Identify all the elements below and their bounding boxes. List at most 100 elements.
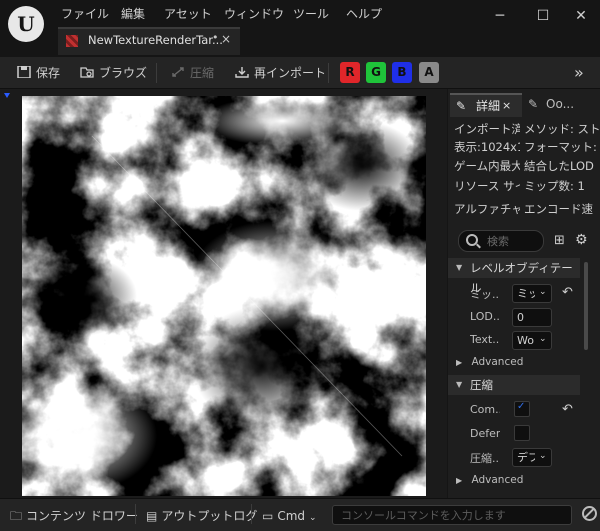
terminal-icon: ▭ <box>262 509 274 523</box>
advanced-expander-1[interactable]: ▶ Advanced <box>456 356 523 368</box>
category-compression-label: 圧縮 <box>470 378 493 392</box>
search-input[interactable]: 検索 <box>458 230 544 252</box>
asset-tab[interactable]: NewTextureRenderTar... • × <box>58 27 240 55</box>
tab-label: NewTextureRenderTar... <box>88 33 223 47</box>
prop-defer-label: Defer... <box>470 427 500 440</box>
tab-other[interactable]: ✎ Oo... <box>524 93 598 115</box>
minimize-icon[interactable]: ─ <box>488 6 512 26</box>
tab-other-label: Oo... <box>546 97 575 111</box>
tab-details-close-icon[interactable]: × <box>502 95 511 117</box>
compression-setting-value: デフ <box>517 451 535 464</box>
table-view-icon[interactable]: ⊞ <box>554 233 565 248</box>
reset-icon[interactable]: ↶ <box>562 285 573 300</box>
prop-compression-label: 圧縮... <box>470 452 500 465</box>
unsaved-indicator: • <box>212 31 219 44</box>
console-placeholder: コンソールコマンドを入力します <box>341 509 506 522</box>
lod-bias-value: 0 <box>517 311 524 324</box>
compression-setting-dropdown[interactable]: デフ ⌄ <box>512 448 552 467</box>
info-method: メソッド: スト <box>524 122 600 136</box>
chevron-down-icon: ⌄ <box>309 513 317 523</box>
info-alpha: アルファチャ <box>454 202 520 216</box>
mip-gen-value: ミッ <box>517 287 535 300</box>
title-bar: U ファイル 編集 アセット ウィンドウ ツール ヘルプ ─ ☐ ✕ NewTe… <box>0 0 600 57</box>
chevron-down-icon: ▼ <box>456 380 463 389</box>
channel-g-toggle[interactable]: G <box>366 62 386 83</box>
search-icon <box>466 234 478 246</box>
menu-file[interactable]: ファイル <box>61 5 109 23</box>
output-log-label: アウトプットログ <box>161 509 258 523</box>
info-display: 表示:1024x1( <box>454 140 520 154</box>
prop-compress-label: Com... <box>470 403 500 416</box>
details-scrollbar[interactable] <box>584 262 588 350</box>
browse-icon <box>80 67 94 78</box>
info-max-ingame: ゲーム内最大 <box>454 159 520 173</box>
compress-checkbox[interactable]: ✓ <box>514 401 530 417</box>
texture-group-dropdown[interactable]: Wo ⌄ <box>512 331 552 350</box>
save-icon <box>17 66 31 78</box>
toolbar-separator <box>156 63 157 83</box>
reimport-icon <box>235 67 249 78</box>
status-separator <box>135 504 136 524</box>
chevron-down-icon: ⌄ <box>539 451 547 461</box>
category-lod[interactable]: ▼ レベルオブディテール <box>448 258 580 295</box>
search-placeholder: 検索 <box>487 235 509 248</box>
checkmark-icon: ✓ <box>517 401 526 412</box>
save-label: 保存 <box>36 66 61 80</box>
defer-compression-checkbox[interactable] <box>514 425 530 441</box>
browse-label: ブラウズ <box>99 66 148 80</box>
browse-button[interactable]: ブラウズ <box>80 64 147 82</box>
cmd-dropdown[interactable]: ▭ Cmd ⌄ <box>262 508 317 524</box>
category-compression[interactable]: ▼ 圧縮 <box>448 375 580 395</box>
texture-group-value: Wo <box>517 334 534 347</box>
output-log-button[interactable]: ▤ アウトプットログ <box>146 508 257 524</box>
status-bar: 🗀 コンテンツ ドロワー ▤ アウトプットログ ▭ Cmd ⌄ コンソールコマンドを入力… <box>0 498 600 531</box>
compress-icon <box>172 67 184 77</box>
toolbar: 保存 ブラウズ 圧縮 再インポート R G B A » <box>0 57 600 89</box>
prop-mip-label: ミッ... <box>470 288 500 301</box>
chevron-right-icon: ▶ <box>456 358 463 367</box>
info-encode-speed: エンコード速 <box>524 202 593 216</box>
menu-asset[interactable]: アセット <box>164 5 212 23</box>
advanced-label: Advanced <box>471 356 524 368</box>
menu-edit[interactable]: 編集 <box>121 5 145 23</box>
mip-gen-dropdown[interactable]: ミッ ⌄ <box>512 284 552 303</box>
menu-window[interactable]: ウィンドウ <box>224 5 284 23</box>
info-format: フォーマット: <box>524 140 597 154</box>
menu-tools[interactable]: ツール <box>293 5 329 23</box>
reset-icon[interactable]: ↶ <box>562 402 573 417</box>
more-options-icon[interactable]: » <box>574 63 584 82</box>
advanced-expander-2[interactable]: ▶ Advanced <box>456 474 523 486</box>
chevron-down-icon: ⌄ <box>539 287 547 297</box>
tab-details-label: 詳細 <box>476 99 501 113</box>
no-entry-icon[interactable] <box>582 506 597 521</box>
cmd-label: Cmd <box>277 509 306 523</box>
reimport-label: 再インポート <box>254 66 327 80</box>
save-button[interactable]: 保存 <box>17 64 60 82</box>
advanced-label: Advanced <box>471 474 524 486</box>
info-combined-lod: 結合したLOD <box>524 159 594 173</box>
compress-button[interactable]: 圧縮 <box>171 64 214 82</box>
status-separator <box>251 504 252 524</box>
tab-close-icon[interactable]: × <box>221 32 231 46</box>
render-target-icon <box>66 35 78 47</box>
info-imported: インポート済 <box>454 122 520 136</box>
toolbar-separator <box>328 63 329 83</box>
menu-help[interactable]: ヘルプ <box>346 5 382 23</box>
console-input[interactable]: コンソールコマンドを入力します <box>332 505 572 525</box>
channel-r-toggle[interactable]: R <box>340 62 360 83</box>
unreal-logo[interactable]: U <box>8 6 44 42</box>
content-drawer-button[interactable]: 🗀 コンテンツ ドロワー <box>10 508 138 524</box>
channel-a-toggle[interactable]: A <box>419 62 439 83</box>
close-window-icon[interactable]: ✕ <box>569 6 593 26</box>
pencil-icon: ✎ <box>528 97 539 111</box>
gear-icon[interactable]: ⚙ <box>575 232 588 248</box>
tab-details[interactable]: ✎ 詳細 × <box>450 93 522 117</box>
chevron-down-icon: ▼ <box>456 263 463 272</box>
reimport-button[interactable]: 再インポート <box>235 64 326 82</box>
prop-lod-label: LOD... <box>470 310 500 323</box>
channel-b-toggle[interactable]: B <box>392 62 412 83</box>
texture-preview[interactable] <box>22 96 426 496</box>
maximize-icon[interactable]: ☐ <box>531 6 555 26</box>
lod-bias-input[interactable]: 0 <box>512 308 552 327</box>
chevron-down-icon: ⌄ <box>539 334 547 344</box>
